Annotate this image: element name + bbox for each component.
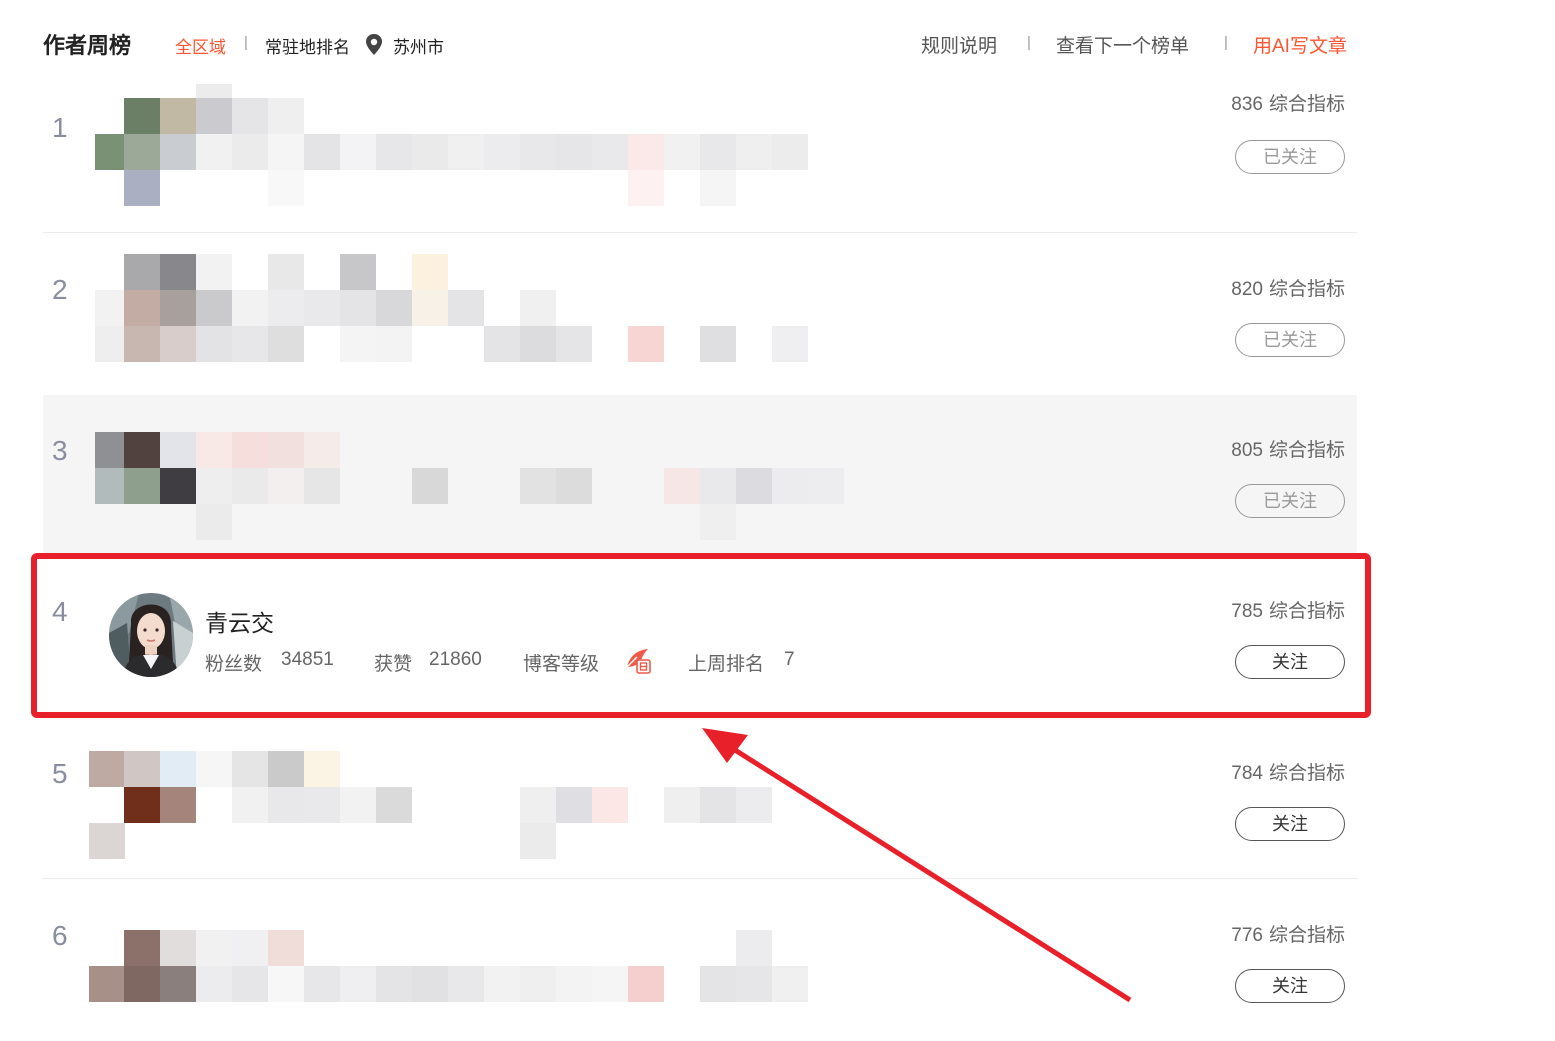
header-separator: | bbox=[1224, 34, 1228, 51]
follow-button[interactable]: 关注 bbox=[1235, 807, 1345, 841]
rules-link[interactable]: 规则说明 bbox=[921, 31, 997, 58]
next-list-link[interactable]: 查看下一个榜单 bbox=[1056, 31, 1189, 58]
score-label: 综合指标 bbox=[1268, 94, 1345, 115]
score-value: 820 bbox=[1231, 279, 1263, 300]
row-divider bbox=[43, 232, 1357, 233]
followed-button[interactable]: 已关注 bbox=[1235, 140, 1345, 174]
followed-button[interactable]: 已关注 bbox=[1235, 323, 1345, 357]
followed-button[interactable]: 已关注 bbox=[1235, 484, 1345, 518]
ranking-row: 5 784 综合指标 关注 bbox=[43, 718, 1357, 879]
composite-score: 836 综合指标 bbox=[1231, 89, 1345, 116]
score-value: 836 bbox=[1231, 94, 1263, 115]
highlight-box bbox=[31, 553, 1371, 718]
composite-score: 805 综合指标 bbox=[1231, 435, 1345, 462]
score-label: 综合指标 bbox=[1268, 925, 1345, 946]
composite-score: 784 综合指标 bbox=[1231, 758, 1345, 785]
ranking-row: 2 820 综合指标 已关注 bbox=[43, 234, 1357, 395]
region-filter[interactable]: 全区域 bbox=[175, 33, 226, 58]
rank-number: 3 bbox=[52, 435, 68, 466]
rank-number: 1 bbox=[52, 112, 68, 143]
header-separator: | bbox=[1027, 34, 1031, 51]
city-filter[interactable]: 苏州市 bbox=[393, 33, 444, 58]
ranking-row: 3 805 综合指标 已关注 bbox=[43, 395, 1357, 556]
composite-score: 776 综合指标 bbox=[1231, 920, 1345, 947]
score-value: 784 bbox=[1231, 763, 1263, 784]
location-pin-icon bbox=[366, 34, 382, 55]
score-value: 776 bbox=[1231, 925, 1263, 946]
score-value: 805 bbox=[1231, 440, 1263, 461]
rank-number: 5 bbox=[52, 758, 68, 789]
composite-score: 820 综合指标 bbox=[1231, 274, 1345, 301]
ranking-row: 1 836 综合指标 已关注 bbox=[43, 72, 1357, 233]
header-separator: | bbox=[244, 34, 248, 51]
score-label: 综合指标 bbox=[1268, 279, 1345, 300]
rank-number: 2 bbox=[52, 274, 68, 305]
score-label: 综合指标 bbox=[1268, 763, 1345, 784]
ranking-row: 6 776 综合指标 关注 bbox=[43, 880, 1357, 1041]
ai-write-link[interactable]: 用AI写文章 bbox=[1253, 31, 1347, 58]
resident-rank-filter[interactable]: 常驻地排名 bbox=[265, 33, 350, 58]
row-divider bbox=[43, 878, 1357, 879]
follow-button[interactable]: 关注 bbox=[1235, 969, 1345, 1003]
score-label: 综合指标 bbox=[1268, 440, 1345, 461]
page-title: 作者周榜 bbox=[43, 33, 132, 58]
rank-number: 6 bbox=[52, 920, 68, 951]
